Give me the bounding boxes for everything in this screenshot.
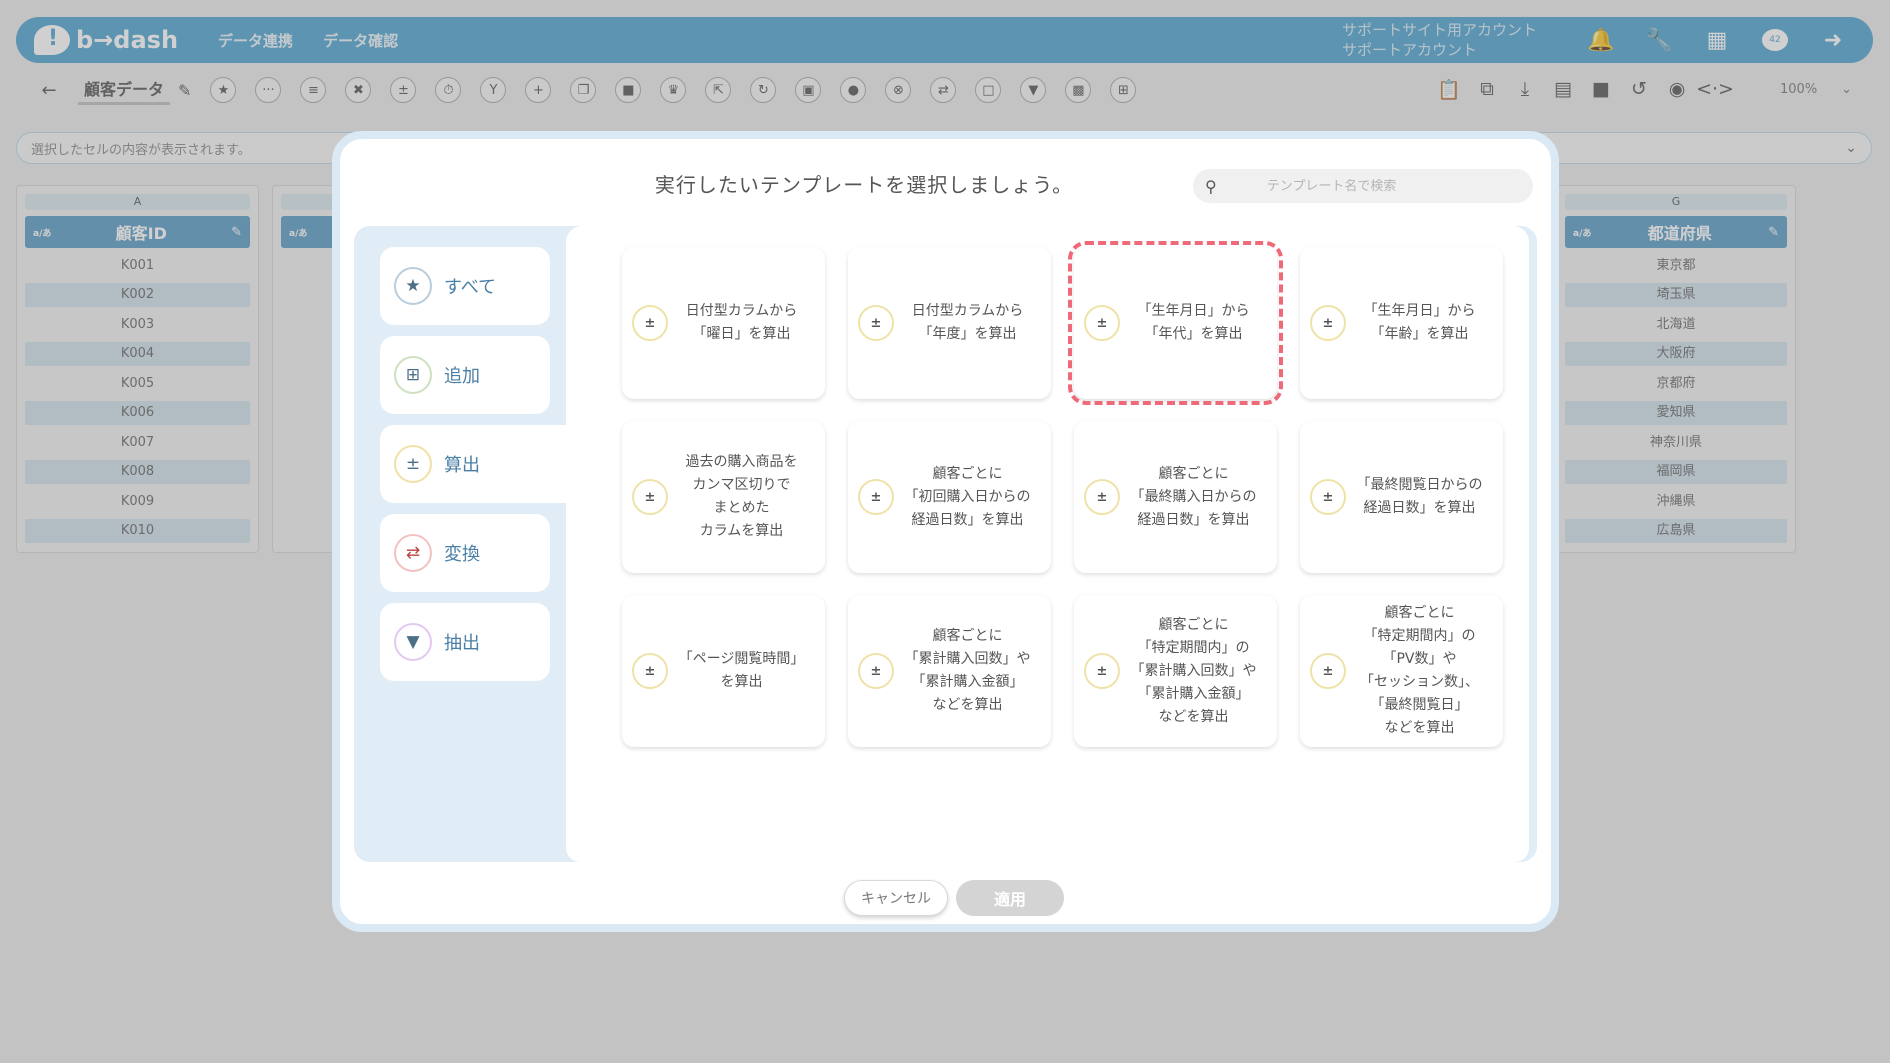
template-card[interactable]: ± 「最終閲覧日からの 経過日数」を算出 xyxy=(1300,421,1503,573)
category-calc[interactable]: ± 算出 xyxy=(380,425,578,503)
template-card[interactable]: ± 日付型カラムから 「年度」を算出 xyxy=(848,247,1051,399)
calculation-icon: ± xyxy=(858,479,894,515)
template-card[interactable]: ± 顧客ごとに 「初回購入日からの 経過日数」を算出 xyxy=(848,421,1051,573)
search-icon: ⚲ xyxy=(1205,176,1217,196)
template-card[interactable]: ± 過去の購入商品を カンマ区切りで まとめた カラムを算出 xyxy=(622,421,825,573)
category-label: 抽出 xyxy=(444,633,480,654)
calculation-icon: ± xyxy=(1084,653,1120,689)
category-add[interactable]: ⊞ 追加 xyxy=(380,336,550,414)
category-filter[interactable]: ▼ 抽出 xyxy=(380,603,550,681)
template-search-input[interactable] xyxy=(1266,178,1521,194)
template-label: 「ページ閲覧時間」 を算出 xyxy=(678,651,805,690)
category-label: 変換 xyxy=(444,544,480,565)
template-card[interactable]: ± 顧客ごとに 「累計購入回数」や 「累計購入金額」 などを算出 xyxy=(848,595,1051,747)
category-all[interactable]: ★ すべて xyxy=(380,247,550,325)
convert-icon: ⇄ xyxy=(394,534,432,572)
calculation-icon: ± xyxy=(394,445,432,483)
template-card[interactable]: ± 顧客ごとに 「特定期間内」の 「累計購入回数」や 「累計購入金額」 などを算… xyxy=(1074,595,1277,747)
star-icon: ★ xyxy=(394,267,432,305)
template-card-highlighted[interactable]: ± 「生年月日」から 「年代」を算出 xyxy=(1068,241,1283,405)
template-label: 顧客ごとに 「初回購入日からの 経過日数」を算出 xyxy=(904,465,1031,528)
template-label: 日付型カラムから 「曜日」を算出 xyxy=(685,303,798,342)
template-card[interactable]: ± 顧客ごとに 「最終購入日からの 経過日数」を算出 xyxy=(1074,421,1277,573)
template-card[interactable]: ± 日付型カラムから 「曜日」を算出 xyxy=(622,247,825,399)
calculation-icon: ± xyxy=(858,653,894,689)
category-label: すべて xyxy=(444,277,497,298)
calculation-icon: ± xyxy=(1310,653,1346,689)
template-card[interactable]: ± 「生年月日」から 「年齢」を算出 xyxy=(1300,247,1503,399)
template-label: 「生年月日」から 「年齢」を算出 xyxy=(1363,303,1476,342)
calculation-icon: ± xyxy=(1310,305,1346,341)
template-search[interactable]: ⚲ xyxy=(1193,169,1533,203)
template-label: 過去の購入商品を カンマ区切りで まとめた カラムを算出 xyxy=(685,454,798,539)
apply-button[interactable]: 適用 xyxy=(956,880,1064,916)
filter-icon: ▼ xyxy=(394,623,432,661)
category-convert[interactable]: ⇄ 変換 xyxy=(380,514,550,592)
template-card[interactable]: ± 顧客ごとに 「特定期間内」の 「PV数」や 「セッション数」、 「最終閲覧日… xyxy=(1300,595,1503,747)
calculation-icon: ± xyxy=(632,653,668,689)
calculation-icon: ± xyxy=(858,305,894,341)
calculation-icon: ± xyxy=(1084,479,1120,515)
template-label: 顧客ごとに 「特定期間内」の 「PV数」や 「セッション数」、 「最終閲覧日」 … xyxy=(1360,605,1479,736)
calculation-icon: ± xyxy=(632,305,668,341)
category-label: 追加 xyxy=(444,366,480,387)
template-label: 日付型カラムから 「年度」を算出 xyxy=(911,303,1024,342)
template-label: 顧客ごとに 「累計購入回数」や 「累計購入金額」 などを算出 xyxy=(904,628,1031,713)
calculation-icon: ± xyxy=(632,479,668,515)
calculation-icon: ± xyxy=(1084,305,1120,341)
category-label: 算出 xyxy=(444,455,480,476)
template-label: 顧客ごとに 「特定期間内」の 「累計購入回数」や 「累計購入金額」 などを算出 xyxy=(1130,616,1257,725)
template-label: 「生年月日」から 「年代」を算出 xyxy=(1137,303,1250,342)
template-modal: 実行したいテンプレートを選択しましょう。 ⚲ ★ すべて ⊞ 追加 ± 算出 ⇄… xyxy=(332,131,1559,932)
plus-square-icon: ⊞ xyxy=(394,356,432,394)
cancel-button[interactable]: キャンセル xyxy=(844,880,948,916)
template-label: 「最終閲覧日からの 経過日数」を算出 xyxy=(1356,477,1483,516)
calculation-icon: ± xyxy=(1310,479,1346,515)
template-card[interactable]: ± 「ページ閲覧時間」 を算出 xyxy=(622,595,825,747)
template-label: 顧客ごとに 「最終購入日からの 経過日数」を算出 xyxy=(1130,465,1257,528)
